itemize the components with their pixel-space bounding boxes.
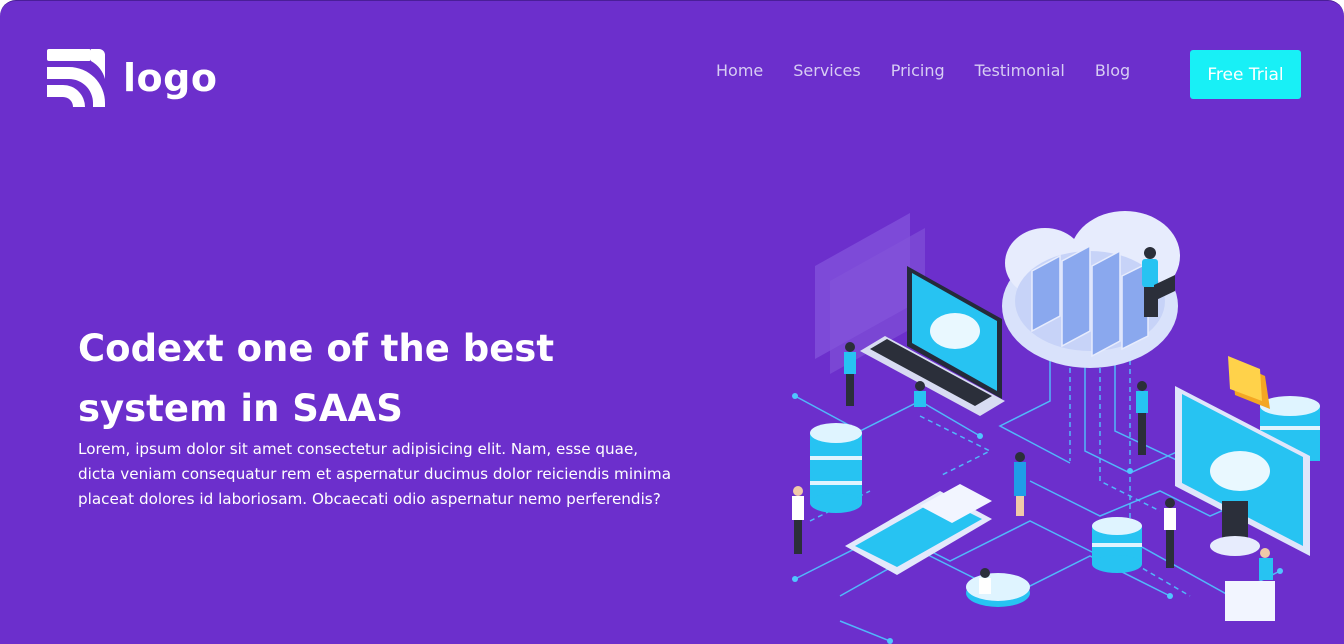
main-nav: Home Services Pricing Testimonial Blog xyxy=(716,61,1130,80)
nav-blog[interactable]: Blog xyxy=(1095,61,1130,80)
database-icon xyxy=(1092,517,1142,573)
hero-headline: Codext one of the best system in SAAS xyxy=(78,327,555,430)
nav-home[interactable]: Home xyxy=(716,61,763,80)
saas-network-illustration xyxy=(792,211,1320,644)
database-icon xyxy=(810,423,862,513)
signal-waves-logo-icon xyxy=(47,49,105,107)
coin-icon xyxy=(966,573,1030,607)
hero-description: Lorem, ipsum dolor sit amet consectetur … xyxy=(78,440,672,508)
hero-section: logo Home Services Pricing Testimonial B… xyxy=(0,0,1344,644)
brand-logo[interactable]: logo xyxy=(47,49,217,107)
brand-name: logo xyxy=(123,56,218,100)
nav-testimonial[interactable]: Testimonial xyxy=(975,61,1065,80)
nav-pricing[interactable]: Pricing xyxy=(891,61,945,80)
free-trial-button[interactable]: Free Trial xyxy=(1190,50,1301,99)
folder-icon xyxy=(1228,356,1270,409)
nav-services[interactable]: Services xyxy=(793,61,860,80)
smartphone-icon xyxy=(845,484,992,575)
